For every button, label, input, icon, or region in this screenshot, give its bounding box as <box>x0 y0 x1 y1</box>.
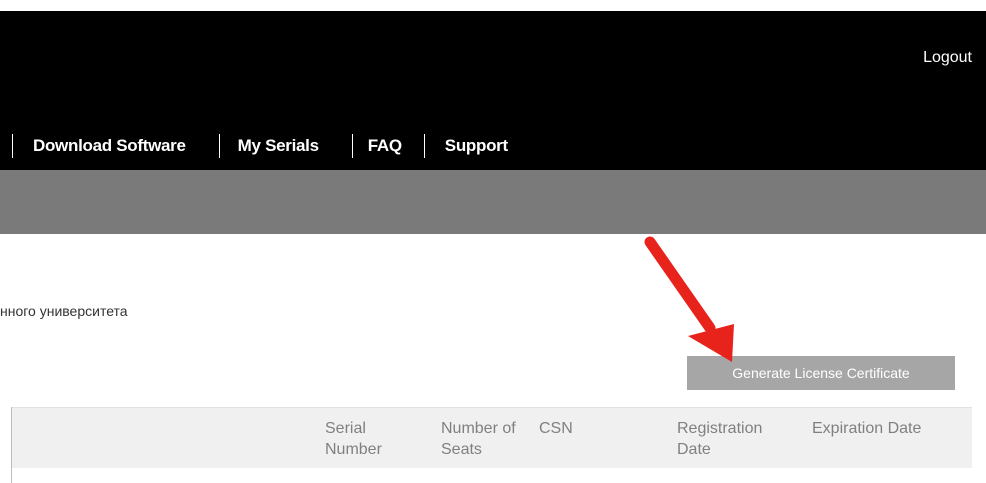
nav-item-my-serials[interactable]: My Serials <box>220 134 352 158</box>
university-name-text: нного университета <box>0 303 128 319</box>
column-header-expiration-date[interactable]: Expiration Date <box>812 418 972 439</box>
column-header-registration-date[interactable]: Registration Date <box>677 418 797 460</box>
column-header-number-of-seats[interactable]: Number of Seats <box>441 418 531 460</box>
column-header-serial-number[interactable]: Serial Number <box>325 418 415 460</box>
column-header-csn[interactable]: CSN <box>539 418 599 439</box>
nav-item-support[interactable]: Support <box>425 134 528 158</box>
top-header-bar: Logout Download Software My Serials FAQ … <box>0 11 986 170</box>
red-arrow-icon <box>644 236 734 362</box>
nav-item-faq[interactable]: FAQ <box>353 134 424 158</box>
logout-link[interactable]: Logout <box>923 49 972 67</box>
subheader-bar <box>0 170 986 234</box>
nav-item-download-software[interactable]: Download Software <box>13 134 219 158</box>
main-nav: Download Software My Serials FAQ Support <box>12 133 528 159</box>
